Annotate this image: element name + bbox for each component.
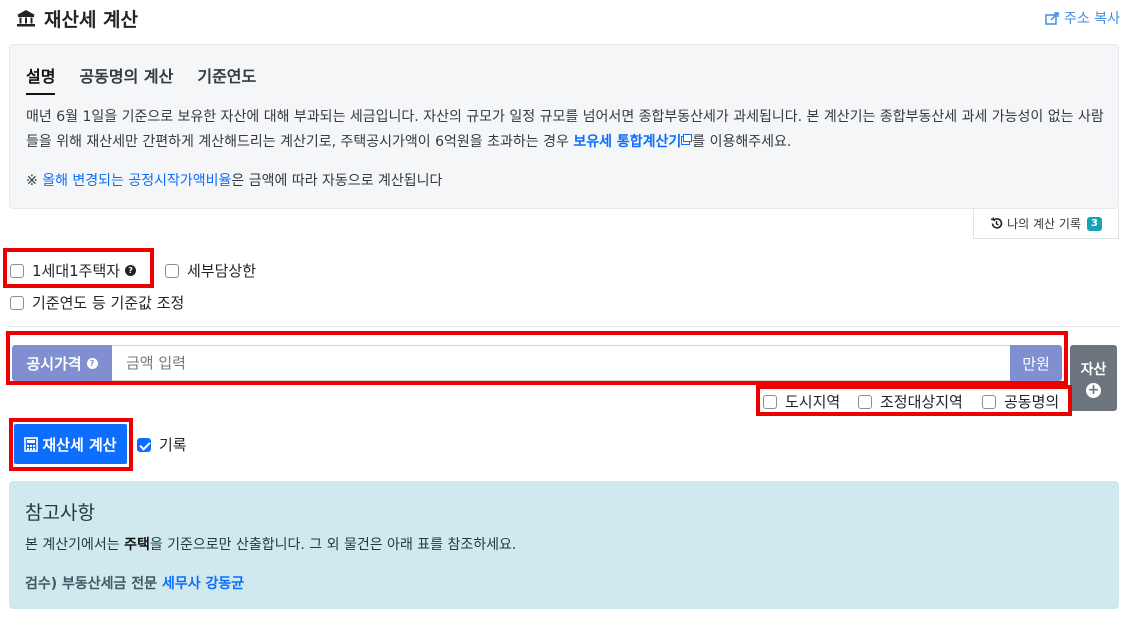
history-count-badge: 3: [1086, 216, 1102, 231]
bank-icon: [17, 10, 35, 27]
adjust-base-checkbox[interactable]: 기준연도 등 기준값 조정: [10, 292, 184, 313]
page-header: 재산세 계산 주소 복사: [16, 4, 1120, 32]
reference-text: 본 계산기에서는 주택을 기준으로만 산출합니다. 그 외 물건은 아래 표를 …: [25, 534, 516, 554]
description-text: 매년 6월 1일을 기준으로 보유한 자산에 대해 부과되는 세금입니다. 자산…: [26, 105, 1106, 155]
reference-box: 참고사항 본 계산기에서는 주택을 기준으로만 산출합니다. 그 외 물건은 아…: [9, 481, 1119, 609]
description-part1: 매년 6월 1일을 기준으로 보유한 자산에 대해 부과되는 세금입니다. 자산…: [26, 109, 1104, 150]
integrated-calc-link[interactable]: 보유세 통합계산기: [573, 134, 681, 150]
record-box[interactable]: [137, 437, 151, 452]
description-part2: 를 이용해주세요.: [692, 134, 792, 150]
reviewer-link[interactable]: 세무사 강동균: [162, 576, 244, 592]
reference-text-bold: 주택: [124, 537, 150, 553]
share-icon: [1045, 12, 1059, 25]
highlight-frame: [9, 418, 133, 471]
adjust-base-box[interactable]: [10, 295, 24, 310]
history-label: 나의 계산 기록: [1007, 217, 1081, 231]
add-asset-button[interactable]: 자산 +: [1070, 345, 1117, 411]
tab-joint-calc[interactable]: 공동명의 계산: [79, 63, 173, 95]
tab-description[interactable]: 설명: [26, 63, 56, 95]
plus-circle-icon: +: [1086, 381, 1101, 398]
note-prefix: ※: [26, 173, 43, 189]
highlight-frame: [756, 385, 1072, 416]
note-suffix: 은 금액에 따라 자동으로 계산됩니다: [231, 173, 443, 189]
record-label: 기록: [159, 436, 187, 454]
page-title: 재산세 계산: [44, 8, 139, 31]
history-icon: [990, 217, 1003, 229]
tab-base-year[interactable]: 기준연도: [197, 63, 256, 95]
adjust-base-label: 기준연도 등 기준값 조정: [32, 294, 185, 312]
rate-link[interactable]: 올해 변경되는 공정시작가액비율: [42, 173, 231, 189]
tax-cap-label: 세부담상한: [187, 262, 257, 280]
record-checkbox[interactable]: 기록: [137, 434, 187, 455]
copy-address-link[interactable]: 주소 복사: [1045, 8, 1120, 28]
copy-address-label: 주소 복사: [1064, 11, 1120, 27]
reference-text-suffix: 을 기준으로만 산출합니다. 그 외 물건은 아래 표를 참조하세요.: [149, 537, 517, 553]
reviewer-line: 검수) 부동산세금 전문 세무사 강동균: [25, 573, 244, 593]
section-divider: [9, 326, 1120, 327]
rate-note: ※ 올해 변경되는 공정시작가액비율은 금액에 따라 자동으로 계산됩니다: [26, 170, 442, 190]
external-window-icon: [681, 134, 693, 145]
highlight-frame: [3, 248, 154, 288]
tax-cap-checkbox[interactable]: 세부담상한: [165, 260, 256, 281]
info-card: 설명 공동명의 계산 기준연도 매년 6월 1일을 기준으로 보유한 자산에 대…: [9, 44, 1119, 209]
reference-title: 참고사항: [25, 502, 95, 524]
reference-text-prefix: 본 계산기에서는: [25, 537, 125, 553]
info-tabs: 설명 공동명의 계산 기준연도: [26, 63, 280, 95]
highlight-frame: [6, 331, 1068, 385]
add-asset-label: 자산: [1080, 361, 1107, 378]
history-button[interactable]: 나의 계산 기록 3: [973, 209, 1119, 239]
tax-cap-box[interactable]: [165, 263, 179, 278]
reviewer-prefix: 검수) 부동산세금 전문: [25, 576, 162, 592]
